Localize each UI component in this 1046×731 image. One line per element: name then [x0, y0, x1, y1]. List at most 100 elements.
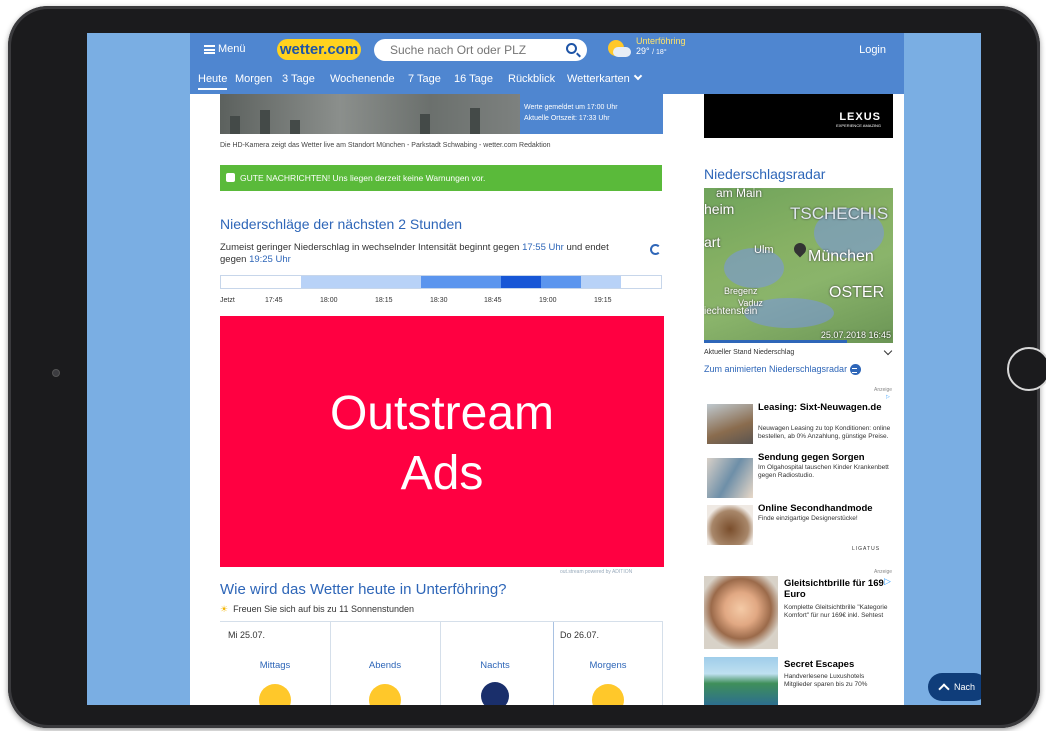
map-pin-icon	[791, 240, 809, 258]
today-title: Wie wird das Wetter heute in Unterföhrin…	[220, 581, 507, 598]
rain-segment	[621, 276, 661, 288]
hamburger-icon	[204, 44, 215, 54]
notice-text: GUTE NACHRICHTEN! Uns liegen derzeit kei…	[240, 173, 486, 183]
right-background	[904, 33, 981, 705]
adchoices-icon[interactable]: ▷	[884, 576, 891, 587]
ad-description: Komplette Gleitsichtbrille "Kategorie Ko…	[784, 604, 888, 619]
left-background	[87, 33, 190, 705]
ad-image	[707, 458, 753, 498]
top-bar: Menü wetter.com Unterföhring 29° / 18° L…	[190, 33, 904, 69]
tab-wetterkarten[interactable]: Wetterkarten	[567, 71, 643, 85]
sun-icon: ☀	[220, 604, 229, 614]
search-icon[interactable]	[566, 43, 577, 54]
ad-footer: out.stream powered by ADITION	[560, 569, 633, 575]
ad-label: Anzeige	[874, 569, 893, 575]
tab-16-tage[interactable]: 16 Tage	[454, 73, 493, 85]
thumbs-up-icon	[226, 173, 235, 182]
date-today: Mi 25.07.	[228, 630, 266, 640]
tab-heute[interactable]: Heute	[198, 73, 228, 90]
chevron-down-icon[interactable]	[883, 346, 893, 356]
tab-3-tage[interactable]: 3 Tage	[282, 73, 315, 85]
lexus-ad[interactable]: LEXUS EXPERIENCE AMAZING	[704, 94, 893, 138]
tab-rueckblick[interactable]: Rückblick	[508, 73, 555, 85]
date-tomorrow: Do 26.07.	[560, 630, 600, 640]
menu-button[interactable]: Menü	[204, 43, 246, 55]
period-nachts[interactable]: Nachts	[440, 660, 550, 671]
outstream-ad[interactable]: Outstream Ads	[220, 316, 664, 567]
home-button[interactable]	[1007, 347, 1046, 391]
tab-7-tage[interactable]: 7 Tage	[408, 73, 441, 85]
ad-title: Gleitsichtbrille für 169 Euro	[784, 578, 884, 600]
ad-title: Sendung gegen Sorgen	[758, 452, 865, 463]
search-input[interactable]	[388, 41, 558, 59]
radar-title: Niederschlagsradar	[704, 166, 826, 182]
time-label: 18:30	[430, 297, 448, 304]
ad-title: Leasing: Sixt-Neuwagen.de	[758, 402, 882, 413]
ad-label: Anzeige	[874, 387, 893, 393]
precip-time-axis: Jetzt 17:45 18:00 18:15 18:30 18:45 19:0…	[220, 297, 662, 307]
arrow-right-icon	[850, 364, 862, 376]
ad-line-2: Ads	[400, 447, 484, 500]
webcam-image[interactable]	[220, 94, 520, 134]
ad-title: Online Secondhandmode	[758, 503, 873, 514]
time-label: 19:15	[594, 297, 612, 304]
rain-segment	[501, 276, 541, 288]
warning-notice: GUTE NACHRICHTEN! Uns liegen derzeit kei…	[220, 165, 662, 191]
sun-icon	[592, 684, 624, 705]
ad-description: Im Olgahospital tauschen Kinder Krankenb…	[758, 464, 889, 479]
time-label: 18:15	[375, 297, 393, 304]
rain-segment	[341, 276, 381, 288]
refresh-icon[interactable]	[650, 244, 661, 255]
rain-segment	[381, 276, 421, 288]
rain-segment	[581, 276, 621, 288]
logo[interactable]: wetter.com	[277, 39, 361, 60]
ad-description: Neuwagen Leasing zu top Konditionen: onl…	[758, 425, 891, 440]
radar-map[interactable]: am Main heim TSCHECHIS art Ulm München B…	[704, 188, 893, 343]
period-abends[interactable]: Abends	[330, 660, 440, 671]
rain-segment	[261, 276, 301, 288]
scroll-to-top-button[interactable]: Nach	[928, 673, 981, 701]
ad-image	[704, 576, 778, 649]
front-camera	[52, 369, 60, 377]
rain-segment	[541, 276, 581, 288]
precip-intensity-bar	[220, 275, 662, 289]
login-button[interactable]: Login	[859, 44, 886, 56]
ligatus-logo[interactable]: LIGATUS	[852, 546, 880, 552]
chevron-down-icon	[633, 71, 643, 81]
sun-icon	[259, 684, 291, 705]
radar-caption: Aktueller Stand Niederschlag	[704, 349, 795, 356]
radar-animated-link[interactable]: Zum animierten Niederschlagsradar	[704, 364, 862, 376]
main-nav: Heute Morgen 3 Tage Wochenende 7 Tage 16…	[190, 69, 904, 94]
ad-line-1: Outstream	[329, 387, 555, 440]
tab-morgen[interactable]: Morgen	[235, 73, 272, 85]
location-name: Unterföhring	[636, 36, 686, 46]
ad-description: Handverlesene Luxushotels Mitglieder spa…	[784, 673, 868, 688]
time-label: 19:00	[539, 297, 557, 304]
rain-segment	[301, 276, 341, 288]
period-mittags[interactable]: Mittags	[220, 660, 330, 671]
precip-title: Niederschläge der nächsten 2 Stunden	[220, 216, 463, 232]
time-label: 17:45	[265, 297, 283, 304]
webcam-reported: Werte gemeldet um 17:00 Uhr	[524, 104, 618, 111]
search-box[interactable]	[374, 39, 587, 61]
period-morgens[interactable]: Morgens	[553, 660, 663, 671]
menu-label: Menü	[218, 43, 246, 55]
tab-wochenende[interactable]: Wochenende	[330, 73, 395, 85]
rain-segment	[461, 276, 501, 288]
time-label: 18:45	[484, 297, 502, 304]
webcam-info: Werte gemeldet um 17:00 Uhr Aktuelle Ort…	[520, 94, 663, 134]
sun-icon	[369, 684, 401, 705]
location-weather[interactable]: Unterföhring 29° / 18°	[636, 36, 686, 58]
time-label: 18:00	[320, 297, 338, 304]
sunshine-line: ☀ Freuen Sie sich auf bis zu 11 Sonnenstu…	[220, 604, 415, 614]
ad-image	[707, 505, 753, 545]
sun-cloud-icon	[605, 39, 631, 59]
ad-description: Finde einzigartige Designerstücke!	[758, 515, 858, 522]
forecast-table: Mi 25.07. Do 26.07. Mittags Abends Nacht…	[220, 621, 663, 705]
adchoices-icon[interactable]: ▷	[886, 394, 890, 400]
ad-title: Secret Escapes	[784, 659, 855, 670]
webcam-local-time: Aktuelle Ortszeit: 17:33 Uhr	[524, 115, 610, 122]
webcam-caption: Die HD-Kamera zeigt das Wetter live am S…	[220, 142, 551, 149]
radar-timestamp: 25.07.2018 16:45	[820, 330, 891, 340]
browser-screen: Menü wetter.com Unterföhring 29° / 18° L…	[87, 33, 981, 705]
